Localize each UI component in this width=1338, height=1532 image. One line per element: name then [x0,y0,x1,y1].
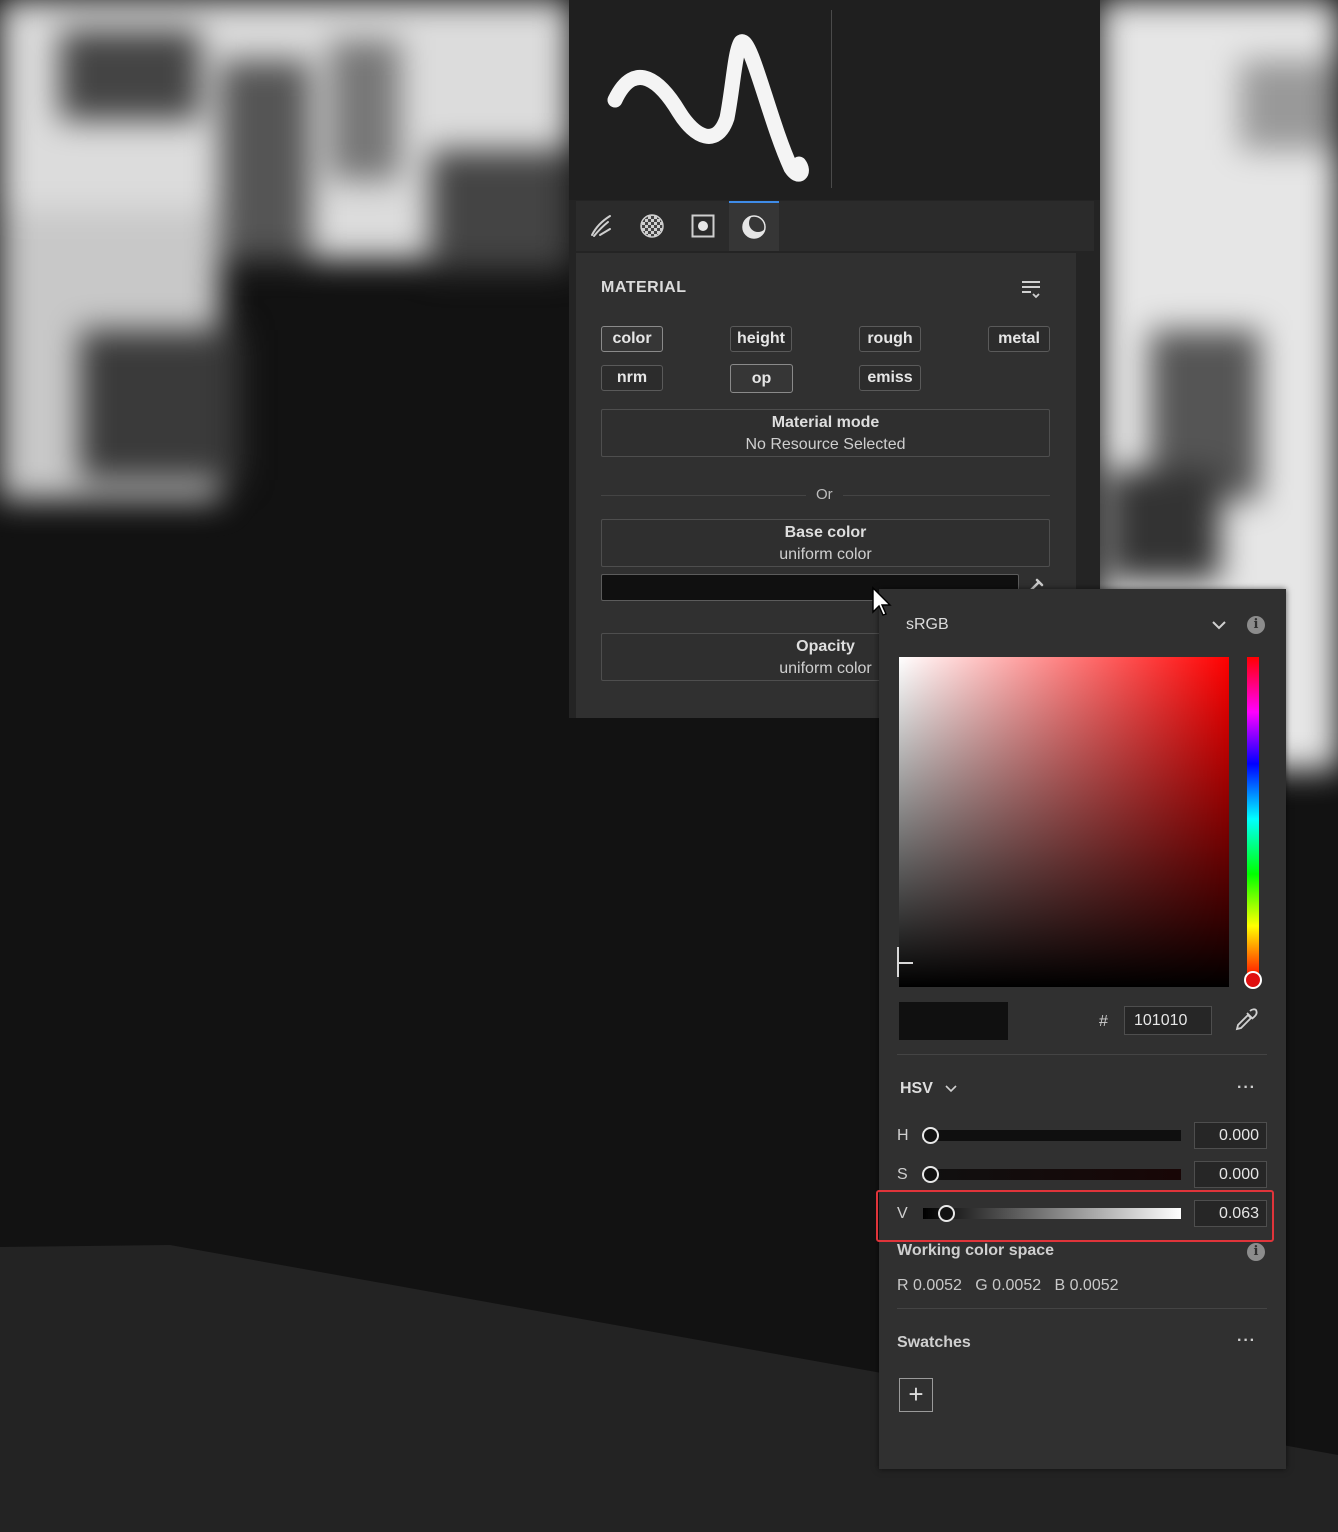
channel-nrm-toggle[interactable]: nrm [601,365,663,391]
color-space-label: sRGB [906,616,949,633]
saturation-value-square[interactable] [899,657,1229,987]
info-icon[interactable]: i [1247,1243,1265,1261]
channel-op-toggle[interactable]: op [730,364,793,393]
section-divider [897,1308,1267,1309]
color-mode-label[interactable]: HSV [900,1080,933,1098]
working-r-value: R 0.0052 [897,1277,962,1294]
tab-brush[interactable] [576,201,626,251]
channel-rough-toggle[interactable]: rough [859,326,921,352]
slider-label-h: H [897,1127,909,1144]
s-value-input[interactable] [1194,1161,1267,1188]
preview-divider [831,10,832,188]
alpha-stencil-icon [690,213,716,239]
brush-stroke-preview [569,0,1100,200]
hex-input[interactable] [1124,1006,1212,1035]
brush-tab-bar [576,201,1094,251]
mouse-cursor-icon [871,586,893,623]
working-b-value: B 0.0052 [1054,1277,1119,1294]
hex-prefix: # [1099,1013,1108,1030]
brush-stroke-icon [588,213,614,239]
or-label: Or [806,486,843,503]
h-value-input[interactable] [1194,1122,1267,1149]
color-picker-popup: sRGB i # HSV ··· H S V Working color spa… [876,589,1286,1469]
working-g-value: G 0.0052 [975,1277,1042,1294]
sv-cursor[interactable] [897,947,917,977]
base-color-mode: uniform color [779,546,872,563]
add-swatch-button[interactable]: + [899,1378,933,1412]
eyedropper-icon[interactable] [1233,1007,1259,1038]
channel-emiss-toggle[interactable]: emiss [859,365,921,391]
tab-alpha[interactable] [678,201,728,251]
s-slider-knob[interactable] [922,1166,939,1183]
material-mode-value: No Resource Selected [745,436,906,453]
more-options-icon[interactable]: ··· [1237,1079,1256,1097]
info-icon[interactable]: i [1247,616,1265,634]
more-options-icon[interactable]: ··· [1237,1332,1256,1350]
hue-slider-handle[interactable] [1244,971,1262,989]
material-sphere-icon [741,214,767,240]
material-mode-title: Material mode [771,414,880,431]
list-settings-icon[interactable] [1019,277,1043,301]
working-rgb-values: R 0.0052 G 0.0052 B 0.0052 [897,1277,1119,1295]
material-title: MATERIAL [601,279,687,296]
base-color-title: Base color [784,524,867,541]
channel-color-toggle[interactable]: color [601,326,663,352]
chevron-down-icon[interactable] [1211,617,1227,638]
checker-texture-icon [639,213,665,239]
color-preview-swatch [899,1002,1008,1040]
channel-metal-toggle[interactable]: metal [988,326,1050,352]
h-slider-knob[interactable] [922,1127,939,1144]
channel-height-toggle[interactable]: height [730,326,792,352]
material-mode-button[interactable]: Material mode No Resource Selected [601,409,1050,457]
section-divider [897,1054,1267,1055]
working-color-space-label: Working color space [897,1242,1055,1259]
chevron-down-icon[interactable] [945,1082,957,1100]
swatches-label: Swatches [897,1334,971,1351]
stroke-preview-graphic [607,34,809,182]
base-color-button[interactable]: Base color uniform color [601,519,1050,567]
s-slider-track[interactable] [923,1169,1181,1180]
hue-slider[interactable] [1247,657,1259,981]
slider-label-s: S [897,1166,908,1183]
tab-texture[interactable] [627,201,677,251]
h-slider-track[interactable] [923,1130,1181,1141]
tab-material[interactable] [729,201,779,251]
value-row-highlight [876,1190,1274,1242]
